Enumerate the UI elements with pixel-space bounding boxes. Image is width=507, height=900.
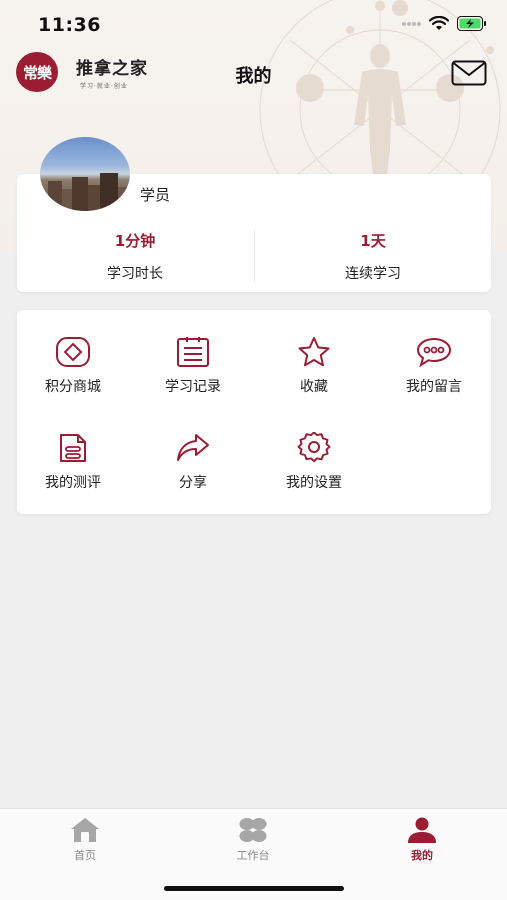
mail-button[interactable] [451, 60, 487, 88]
workbench-icon [239, 818, 267, 842]
chat-bubble-icon [416, 337, 452, 368]
menu-label: 学习记录 [165, 379, 221, 395]
stat-continuous-study[interactable]: 1天 连续学习 [255, 230, 491, 283]
menu-label: 收藏 [300, 379, 328, 395]
tab-workbench[interactable]: 工作台 [198, 817, 308, 863]
menu-item-share[interactable]: 分享 [138, 432, 248, 492]
menu-label: 我的留言 [406, 379, 462, 395]
stat-value: 1天 [360, 232, 386, 250]
status-icons [401, 16, 487, 31]
menu-label: 我的设置 [286, 475, 342, 491]
menu-item-my-assessment[interactable]: 我的测评 [18, 432, 128, 492]
diamond-icon [56, 337, 90, 367]
home-indicator [164, 886, 344, 891]
gear-icon [297, 432, 331, 463]
stat-label: 连续学习 [345, 266, 401, 282]
brand-logo: 常樂 [16, 52, 58, 92]
stat-value: 1分钟 [114, 232, 156, 250]
share-arrow-icon [177, 434, 209, 461]
top-nav: 常樂 推拿之家 学习·就业·创业 我的 [0, 50, 507, 100]
menu-item-points-mall[interactable]: 积分商城 [18, 336, 128, 396]
brand-name: 推拿之家 [76, 59, 148, 79]
menu-card: 积分商城 学习记录 收藏 我的留言 我的测评 分享 我的设置 [17, 310, 491, 514]
tab-label: 我的 [411, 849, 433, 862]
status-time: 11:36 [38, 14, 101, 36]
menu-label: 积分商城 [45, 379, 101, 395]
notepad-icon [177, 337, 209, 367]
person-icon [408, 817, 436, 843]
document-icon [60, 434, 86, 462]
home-icon [71, 818, 99, 842]
tab-mine[interactable]: 我的 [367, 817, 477, 863]
menu-item-study-records[interactable]: 学习记录 [138, 336, 248, 396]
signal-dots-icon [402, 21, 421, 26]
envelope-icon [451, 60, 487, 86]
battery-charging-icon [457, 16, 486, 31]
brand-slogan: 学习·就业·创业 [80, 83, 128, 90]
stat-label: 学习时长 [107, 266, 163, 282]
stat-study-duration[interactable]: 1分钟 学习时长 [17, 230, 253, 283]
user-name: 学员 [140, 186, 171, 204]
tab-label: 工作台 [236, 849, 270, 862]
avatar[interactable] [40, 137, 130, 211]
tab-home[interactable]: 首页 [30, 817, 140, 863]
menu-label: 分享 [179, 475, 207, 491]
star-icon [298, 337, 330, 367]
menu-item-my-settings[interactable]: 我的设置 [259, 432, 369, 492]
menu-label: 我的测评 [45, 475, 101, 491]
status-bar: 11:36 [0, 0, 507, 50]
brand-text: 推拿之家 学习·就业·创业 [76, 54, 148, 90]
menu-item-my-messages[interactable]: 我的留言 [379, 336, 489, 396]
menu-item-favorites[interactable]: 收藏 [259, 336, 369, 396]
wifi-icon [429, 16, 449, 30]
tab-label: 首页 [74, 849, 96, 862]
